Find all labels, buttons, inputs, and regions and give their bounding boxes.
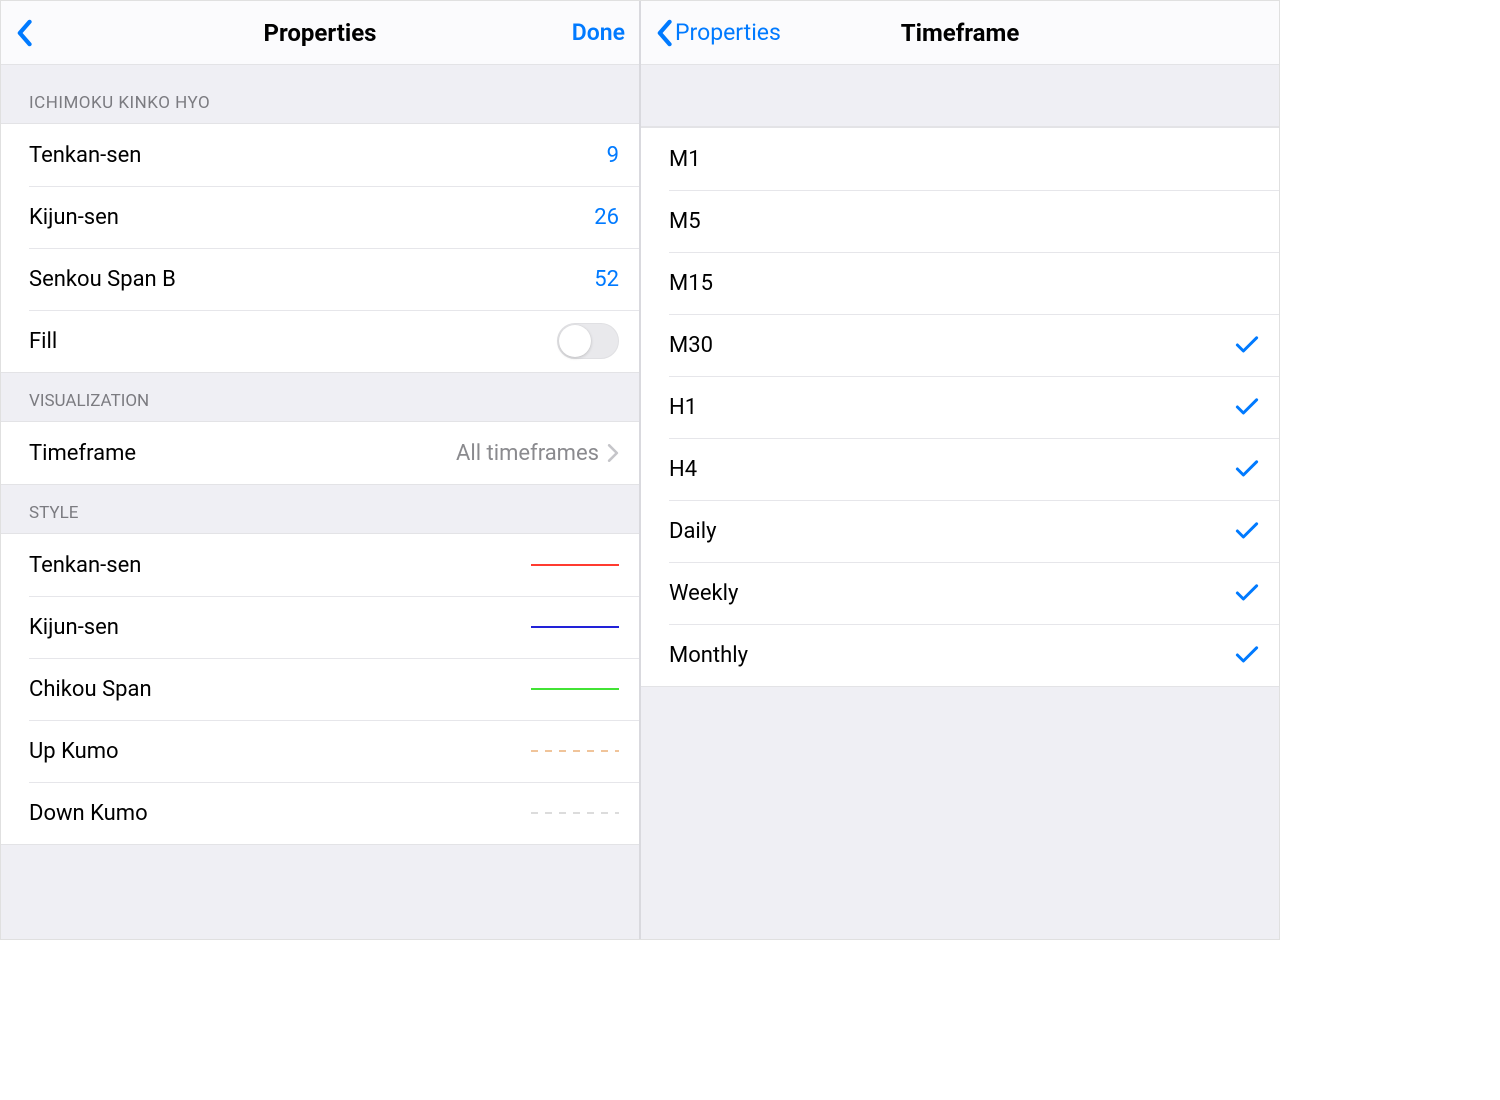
timeframe-row[interactable]: Weekly: [641, 562, 1279, 624]
line-preview-kijun: [531, 615, 619, 639]
timeframe-value: All timeframes: [456, 441, 599, 466]
app-root: Properties Done ICHIMOKU KINKO HYO Tenka…: [0, 0, 1280, 940]
timeframe-label: H1: [669, 395, 697, 420]
line-preview-upkumo: [531, 739, 619, 763]
row-senkou[interactable]: Senkou Span B 52: [1, 248, 639, 310]
checkmark-icon: [1235, 335, 1259, 355]
tenkan-value: 9: [607, 143, 619, 168]
row-style-chikou[interactable]: Chikou Span: [1, 658, 639, 720]
chevron-back-icon: [15, 19, 33, 47]
spacer: [641, 65, 1279, 127]
empty-area: [641, 687, 1279, 939]
fill-toggle[interactable]: [557, 323, 619, 359]
back-button[interactable]: [15, 1, 33, 64]
checkmark-icon: [1235, 583, 1259, 603]
chevron-right-icon: [607, 444, 619, 462]
chevron-back-icon: [655, 19, 673, 47]
tenkan-label: Tenkan-sen: [29, 143, 141, 168]
timeframe-row[interactable]: Monthly: [641, 624, 1279, 686]
timeframe-label: M15: [669, 271, 713, 296]
back-button-right[interactable]: Properties: [655, 1, 781, 64]
row-style-tenkan[interactable]: Tenkan-sen: [1, 534, 639, 596]
checkmark-icon: [1235, 521, 1259, 541]
page-title: Properties: [1, 19, 639, 47]
style-upkumo-label: Up Kumo: [29, 739, 119, 764]
timeframe-label: M30: [669, 333, 713, 358]
row-style-kijun[interactable]: Kijun-sen: [1, 596, 639, 658]
kijun-label: Kijun-sen: [29, 205, 119, 230]
style-list: Tenkan-sen Kijun-sen Chikou Span Up Kumo…: [1, 533, 639, 845]
fill-label: Fill: [29, 329, 57, 354]
style-chikou-label: Chikou Span: [29, 677, 152, 702]
timeframe-list: M1 M5 M15 M30 H1 H4 Daily Weekly Monthly: [641, 127, 1279, 687]
timeframe-label: M5: [669, 209, 701, 234]
row-kijun[interactable]: Kijun-sen 26: [1, 186, 639, 248]
checkmark-icon: [1235, 459, 1259, 479]
timeframe-label: Timeframe: [29, 441, 136, 466]
row-style-upkumo[interactable]: Up Kumo: [1, 720, 639, 782]
timeframe-label: H4: [669, 457, 697, 482]
row-tenkan[interactable]: Tenkan-sen 9: [1, 124, 639, 186]
right-pane: Properties Timeframe M1 M5 M15 M30 H1 H4 Daily…: [639, 1, 1279, 939]
checkmark-icon: [1235, 645, 1259, 665]
timeframe-label: Daily: [669, 519, 717, 544]
row-timeframe[interactable]: Timeframe All timeframes: [1, 422, 639, 484]
senkou-value: 52: [594, 267, 619, 292]
timeframe-row[interactable]: M15: [641, 252, 1279, 314]
timeframe-row[interactable]: M1: [641, 128, 1279, 190]
line-preview-chikou: [531, 677, 619, 701]
done-button[interactable]: Done: [572, 19, 625, 46]
timeframe-label: M1: [669, 147, 701, 172]
section-header-style: STYLE: [1, 485, 639, 533]
timeframe-row[interactable]: M5: [641, 190, 1279, 252]
section-header-ichimoku: ICHIMOKU KINKO HYO: [1, 65, 639, 123]
timeframe-row[interactable]: Daily: [641, 500, 1279, 562]
row-style-downkumo[interactable]: Down Kumo: [1, 782, 639, 844]
timeframe-row[interactable]: H1: [641, 376, 1279, 438]
timeframe-label: Monthly: [669, 643, 748, 668]
line-preview-downkumo: [531, 801, 619, 825]
section-header-visualization: VISUALIZATION: [1, 373, 639, 421]
senkou-label: Senkou Span B: [29, 267, 176, 292]
bottom-gap: [1, 845, 639, 875]
toggle-knob-icon: [559, 325, 591, 357]
style-downkumo-label: Down Kumo: [29, 801, 148, 826]
timeframe-row[interactable]: H4: [641, 438, 1279, 500]
style-tenkan-label: Tenkan-sen: [29, 553, 141, 578]
visualization-list: Timeframe All timeframes: [1, 421, 639, 485]
ichimoku-list: Tenkan-sen 9 Kijun-sen 26 Senkou Span B …: [1, 123, 639, 373]
row-fill: Fill: [1, 310, 639, 372]
style-kijun-label: Kijun-sen: [29, 615, 119, 640]
back-text: Properties: [675, 19, 781, 46]
line-preview-tenkan: [531, 553, 619, 577]
timeframe-label: Weekly: [669, 581, 738, 606]
navbar-right: Properties Timeframe: [641, 1, 1279, 65]
navbar-left: Properties Done: [1, 1, 639, 65]
checkmark-icon: [1235, 397, 1259, 417]
kijun-value: 26: [594, 205, 619, 230]
timeframe-row[interactable]: M30: [641, 314, 1279, 376]
left-pane: Properties Done ICHIMOKU KINKO HYO Tenka…: [1, 1, 639, 939]
